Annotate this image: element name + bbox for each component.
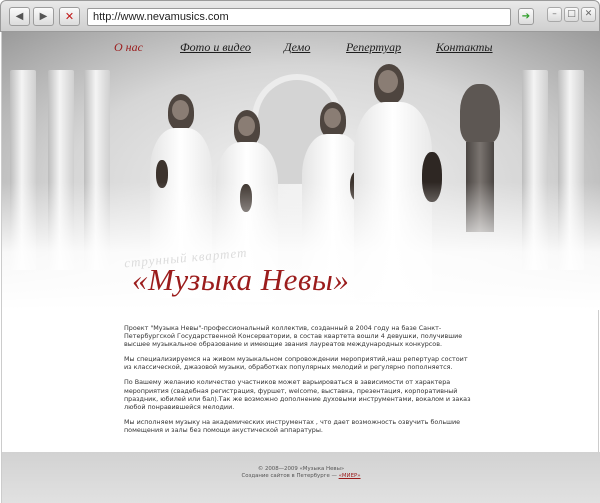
paragraph: Мы исполняем музыку на академических инс… xyxy=(124,417,461,434)
footer: © 2008—2009 «Музыка Невы» Создание сайто… xyxy=(2,452,600,503)
address-bar[interactable]: http://www.nevamusics.com xyxy=(87,8,511,26)
credits-link[interactable]: «МИЕР» xyxy=(339,473,361,479)
paragraph: Проект "Музыка Невы"-профессиональный ко… xyxy=(124,324,463,349)
statue-bust xyxy=(460,84,500,144)
about-text: Проект "Музыка Невы"-профессиональный ко… xyxy=(124,324,476,441)
nav-item-demo[interactable]: Демо xyxy=(284,40,310,55)
credits-text: Создание сайтов в Петербурге — xyxy=(241,473,337,479)
nav-item-about[interactable]: О нас xyxy=(114,40,143,55)
nav-item-repertoire[interactable]: Репертуар xyxy=(346,40,401,55)
close-icon: ✕ xyxy=(584,9,593,19)
paragraph: Мы специализируемся на живом музыкальном… xyxy=(124,355,468,372)
nav-item-photo-video[interactable]: Фото и видео xyxy=(180,40,251,55)
maximize-icon: □ xyxy=(567,9,576,19)
forward-button[interactable]: ▶ xyxy=(33,7,54,26)
maximize-button[interactable]: □ xyxy=(564,7,579,22)
hero-banner: О нас Фото и видео Демо Репертуар Контак… xyxy=(2,32,600,310)
minimize-icon: – xyxy=(552,9,557,19)
website: О нас Фото и видео Демо Репертуар Контак… xyxy=(1,32,600,503)
credits-line: Создание сайтов в Петербурге — «МИЕР» xyxy=(2,473,600,479)
copyright-text: © 2008—2009 «Музыка Невы» xyxy=(257,466,345,472)
close-window-button[interactable]: ✕ xyxy=(581,7,596,22)
paragraph: По Вашему желанию количество участников … xyxy=(124,378,471,411)
stop-icon: ✕ xyxy=(64,10,75,23)
stop-button[interactable]: ✕ xyxy=(59,7,80,26)
minimize-button[interactable]: – xyxy=(547,7,562,22)
go-arrow-icon: ➔ xyxy=(521,11,531,22)
back-icon: ◀ xyxy=(15,11,24,22)
forward-icon: ▶ xyxy=(39,11,48,22)
go-button[interactable]: ➔ xyxy=(518,8,534,25)
back-button[interactable]: ◀ xyxy=(9,7,30,26)
nav-item-contacts[interactable]: Контакты xyxy=(436,40,493,55)
browser-toolbar: ◀ ▶ ✕ http://www.nevamusics.com ➔ – □ ✕ xyxy=(0,0,600,32)
hero-title: «Музыка Невы» xyxy=(132,262,350,297)
